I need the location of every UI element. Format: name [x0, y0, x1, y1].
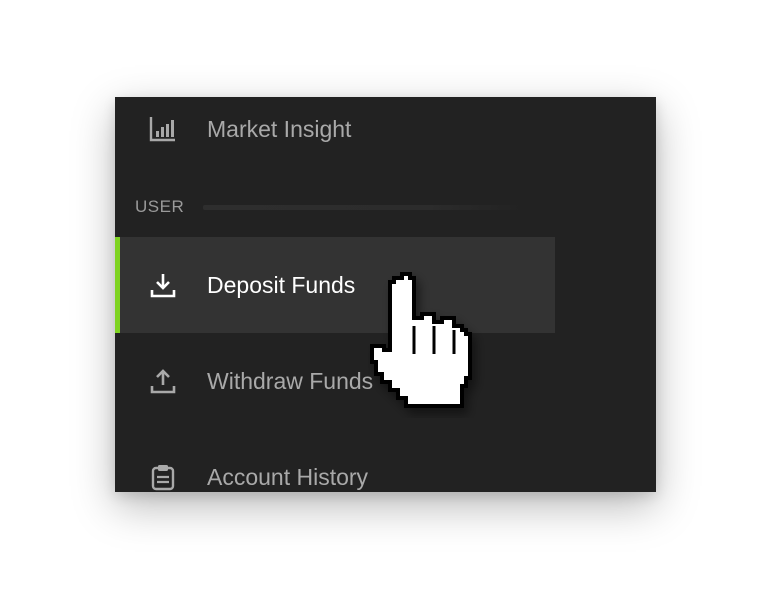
- sidebar-item-market-insight[interactable]: Market Insight: [115, 97, 555, 177]
- download-icon: [149, 271, 177, 299]
- hand-pointer-icon: [370, 272, 472, 408]
- section-divider: [203, 205, 523, 210]
- sidebar-item-deposit-funds[interactable]: Deposit Funds: [115, 237, 555, 333]
- bar-chart-icon: [149, 115, 177, 143]
- sidebar-item-label: Withdraw Funds: [207, 367, 374, 394]
- sidebar-item-label: Deposit Funds: [207, 271, 356, 298]
- section-header-user: USER: [135, 196, 535, 218]
- active-indicator: [115, 237, 120, 333]
- sidebar-item-account-history[interactable]: Account History: [115, 429, 555, 492]
- clipboard-icon: [149, 463, 177, 491]
- upload-icon: [149, 367, 177, 395]
- section-title: USER: [135, 197, 185, 216]
- sidebar-item-label: Account History: [207, 463, 369, 490]
- sidebar-item-label: Market Insight: [207, 115, 352, 142]
- sidebar-item-withdraw-funds[interactable]: Withdraw Funds: [115, 333, 555, 429]
